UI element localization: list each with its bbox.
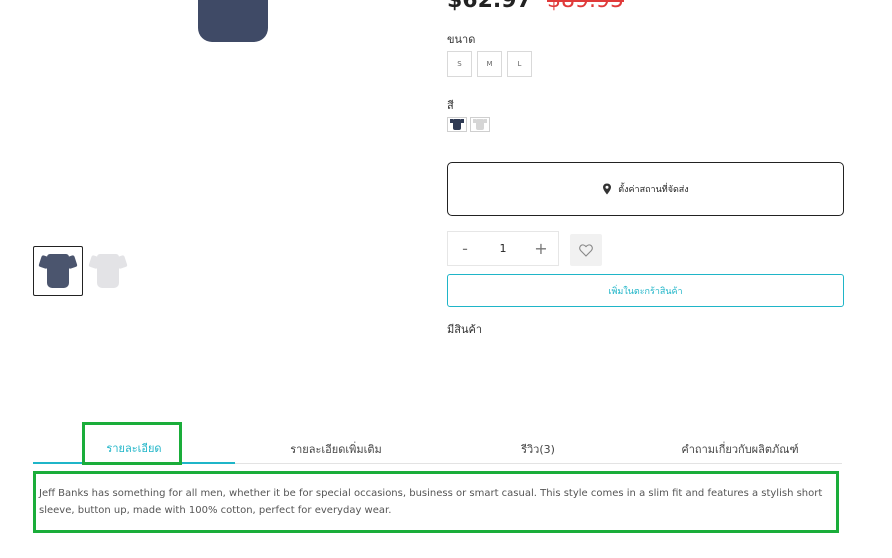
thumbnail-navy-shirt[interactable] xyxy=(33,246,83,296)
tab-reviews[interactable]: รีวิว(3) xyxy=(437,434,639,464)
shirt-image xyxy=(198,0,268,42)
size-label: ขนาด xyxy=(447,33,476,46)
quantity-stepper: - 1 + xyxy=(447,231,559,266)
tab-product-questions[interactable]: คำถามเกี่ยวกับผลิตภัณฑ์ xyxy=(639,434,841,464)
tab-details[interactable]: รายละเอียด xyxy=(33,434,235,464)
product-description: Jeff Banks has something for all men, wh… xyxy=(39,488,823,516)
color-option-white[interactable] xyxy=(470,117,490,132)
set-shipping-location-button[interactable]: ตั้งค่าสถานที่จัดส่ง xyxy=(447,162,844,216)
wishlist-button[interactable] xyxy=(570,234,602,266)
quantity-increase-button[interactable]: + xyxy=(526,232,556,265)
navy-shirt-icon xyxy=(450,119,464,130)
white-shirt-thumbnail-image xyxy=(97,254,119,288)
size-option-l[interactable]: L xyxy=(507,51,532,77)
stock-status: มีสินค้า xyxy=(447,323,483,336)
quantity-input[interactable]: 1 xyxy=(478,232,528,265)
color-option-navy[interactable] xyxy=(447,117,467,132)
product-tabs: รายละเอียด รายละเอียดเพิ่มเติม รีวิว(3) … xyxy=(33,434,842,464)
heart-icon xyxy=(579,243,593,257)
navy-shirt-thumbnail-image xyxy=(47,254,69,288)
color-label: สี xyxy=(447,99,454,112)
add-to-cart-button[interactable]: เพิ่มในตะกร้าสินค้า xyxy=(447,274,844,307)
map-pin-icon xyxy=(603,183,612,195)
thumbnail-white-shirt[interactable] xyxy=(83,246,133,296)
size-option-s[interactable]: S xyxy=(447,51,472,77)
size-option-m[interactable]: M xyxy=(477,51,502,77)
white-shirt-icon xyxy=(473,119,487,130)
quantity-decrease-button[interactable]: - xyxy=(450,232,480,265)
product-main-image xyxy=(198,0,268,42)
tab-additional-info[interactable]: รายละเอียดเพิ่มเติม xyxy=(235,434,437,464)
price-current: $62.97 xyxy=(447,0,532,13)
price-old: $89.95 xyxy=(547,0,624,13)
shipping-label: ตั้งค่าสถานที่จัดส่ง xyxy=(618,185,689,195)
